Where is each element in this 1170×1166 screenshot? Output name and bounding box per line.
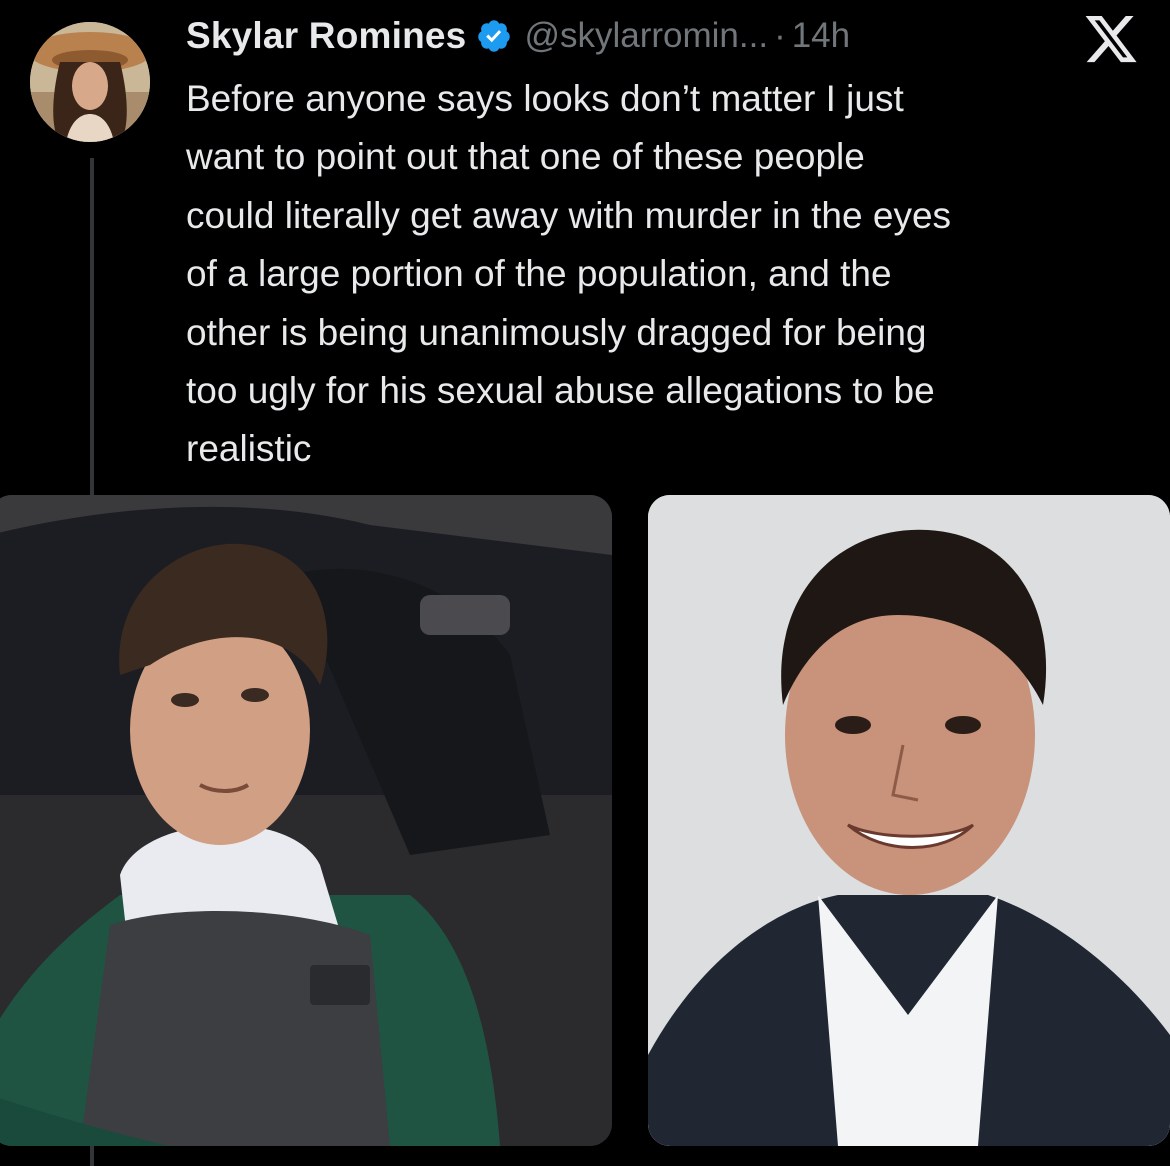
- avatar[interactable]: [30, 22, 150, 142]
- photo-icon: [0, 495, 612, 1146]
- tweet-media-photo-left[interactable]: [0, 495, 612, 1146]
- tweet-media-photo-right[interactable]: [648, 495, 1170, 1146]
- tweet-header: Skylar Romines @skylarromin... · 14h: [186, 10, 850, 62]
- x-logo-icon[interactable]: [1082, 16, 1140, 68]
- author-display-name[interactable]: Skylar Romines: [186, 15, 466, 57]
- tweet-text: Before anyone says looks don’t matter I …: [186, 78, 952, 470]
- avatar-photo-icon: [30, 22, 150, 142]
- tweet-timestamp[interactable]: 14h: [792, 16, 850, 56]
- verified-badge-icon: [478, 20, 511, 52]
- author-handle[interactable]: @skylarromin...: [524, 16, 768, 56]
- thread-line: [90, 1146, 94, 1166]
- thread-line: [90, 158, 94, 498]
- separator-dot: ·: [774, 16, 786, 55]
- photo-icon: [648, 495, 1170, 1146]
